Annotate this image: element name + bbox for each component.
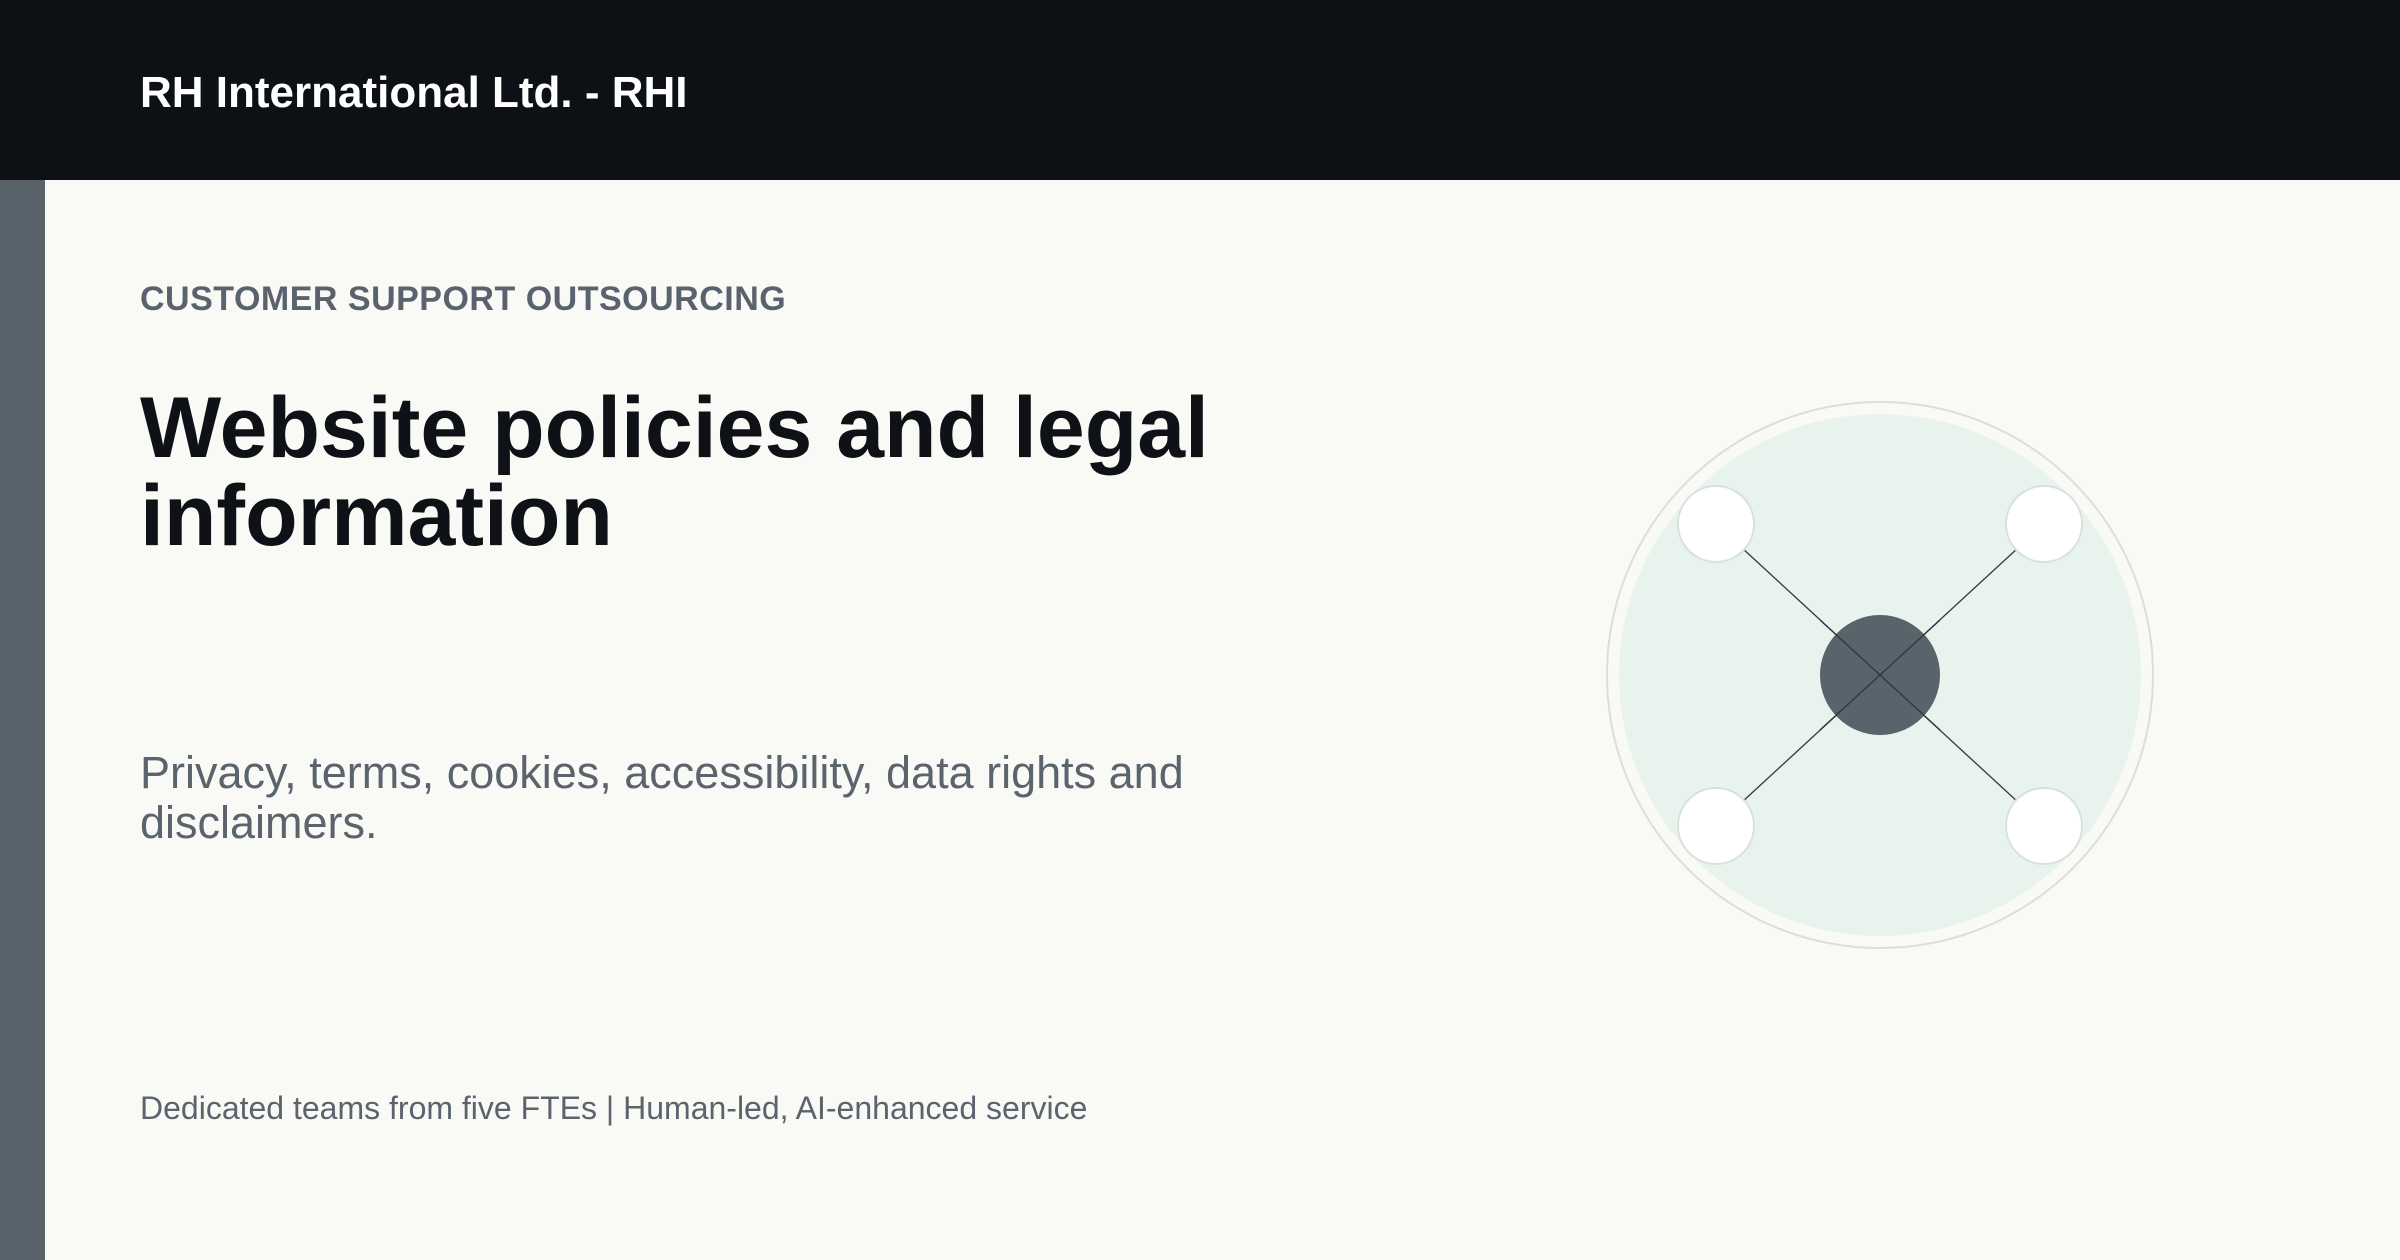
node-bottom-right [2005, 787, 2083, 865]
node-top-right [2005, 485, 2083, 563]
node-bottom-left [1677, 787, 1755, 865]
page-subtitle: Privacy, terms, cookies, accessibility, … [140, 747, 1184, 848]
tagline: Dedicated teams from five FTEs | Human-l… [140, 1090, 1088, 1126]
side-accent-bar [0, 180, 45, 1260]
node-top-left [1677, 485, 1755, 563]
eyebrow-label: CUSTOMER SUPPORT OUTSOURCING [140, 280, 787, 318]
network-hub-icon [1606, 401, 2154, 949]
top-bar: RH International Ltd. - RHI [0, 0, 2400, 180]
page-title: Website policies and legal information [140, 380, 1209, 564]
brand-name[interactable]: RH International Ltd. - RHI [140, 66, 688, 120]
